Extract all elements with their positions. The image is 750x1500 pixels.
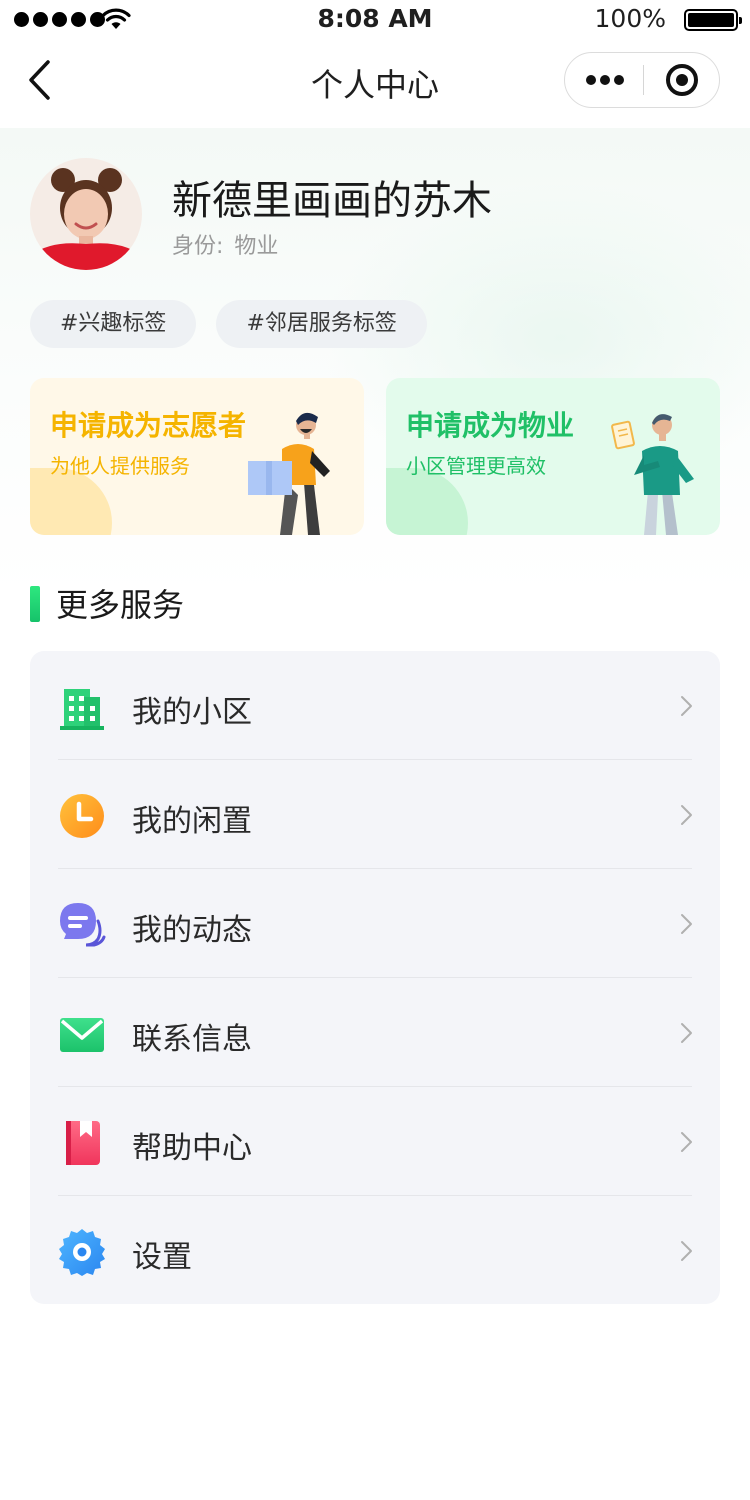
section-title: 更多服务: [56, 586, 185, 624]
nav-bar: 个人中心: [0, 40, 750, 128]
more-button[interactable]: [565, 53, 643, 107]
avatar[interactable]: [30, 158, 142, 270]
section-accent-bar: [30, 586, 40, 622]
battery-percentage: 100%: [594, 4, 666, 33]
menu-label: 设置: [132, 1240, 192, 1275]
menu-label: 我的小区: [132, 695, 252, 730]
role-label: 身份:: [172, 234, 224, 259]
chevron-right-icon: [681, 805, 692, 825]
close-mini-program-button[interactable]: [644, 53, 720, 107]
chevron-right-icon: [681, 1132, 692, 1152]
property-card-title: 申请成为物业: [406, 409, 575, 442]
target-icon: [666, 64, 698, 96]
service-menu: 我的小区 我的闲置 我的动态 联系信息 帮助中心 设置: [30, 651, 720, 1304]
status-bar: 8:08 AM 100%: [0, 0, 750, 40]
bookmark-book-icon: [66, 1121, 100, 1165]
menu-item-my-community[interactable]: 我的小区: [30, 651, 720, 760]
menu-label: 帮助中心: [132, 1131, 252, 1166]
profile-tags: #兴趣标签 #邻居服务标签: [30, 300, 427, 348]
user-role: 身份: 物业: [172, 228, 282, 260]
tag-interest[interactable]: #兴趣标签: [30, 300, 197, 348]
volunteer-apply-card[interactable]: 申请成为志愿者 为他人提供服务: [30, 378, 364, 535]
menu-item-help-center[interactable]: 帮助中心: [30, 1087, 720, 1196]
manager-illustration: [611, 414, 694, 535]
menu-item-my-idle[interactable]: 我的闲置: [30, 760, 720, 869]
role-value: 物业: [234, 234, 279, 259]
clock-icon: [60, 794, 104, 838]
mini-program-capsule: [564, 52, 720, 108]
menu-item-settings[interactable]: 设置: [30, 1196, 720, 1305]
chevron-right-icon: [681, 914, 692, 934]
menu-label: 联系信息: [132, 1022, 252, 1057]
property-card-subtitle: 小区管理更高效: [406, 454, 546, 478]
battery-icon: [684, 9, 742, 31]
chevron-right-icon: [681, 1023, 692, 1043]
username: 新德里画画的苏木: [172, 178, 492, 224]
chevron-right-icon: [681, 696, 692, 716]
tag-neighbor-service[interactable]: #邻居服务标签: [216, 300, 427, 348]
menu-label: 我的闲置: [132, 804, 252, 839]
building-icon: [60, 689, 104, 730]
chevron-right-icon: [681, 1241, 692, 1261]
courier-illustration: [248, 412, 330, 535]
gear-icon: [59, 1229, 105, 1276]
menu-item-contact-info[interactable]: 联系信息: [30, 978, 720, 1087]
property-apply-card[interactable]: 申请成为物业 小区管理更高效: [386, 378, 720, 535]
menu-item-my-posts[interactable]: 我的动态: [30, 869, 720, 978]
menu-label: 我的动态: [132, 913, 252, 948]
volunteer-card-title: 申请成为志愿者: [50, 409, 247, 442]
volunteer-card-subtitle: 为他人提供服务: [50, 454, 190, 478]
chat-bubble-icon: [60, 903, 106, 947]
envelope-icon: [60, 1018, 104, 1052]
